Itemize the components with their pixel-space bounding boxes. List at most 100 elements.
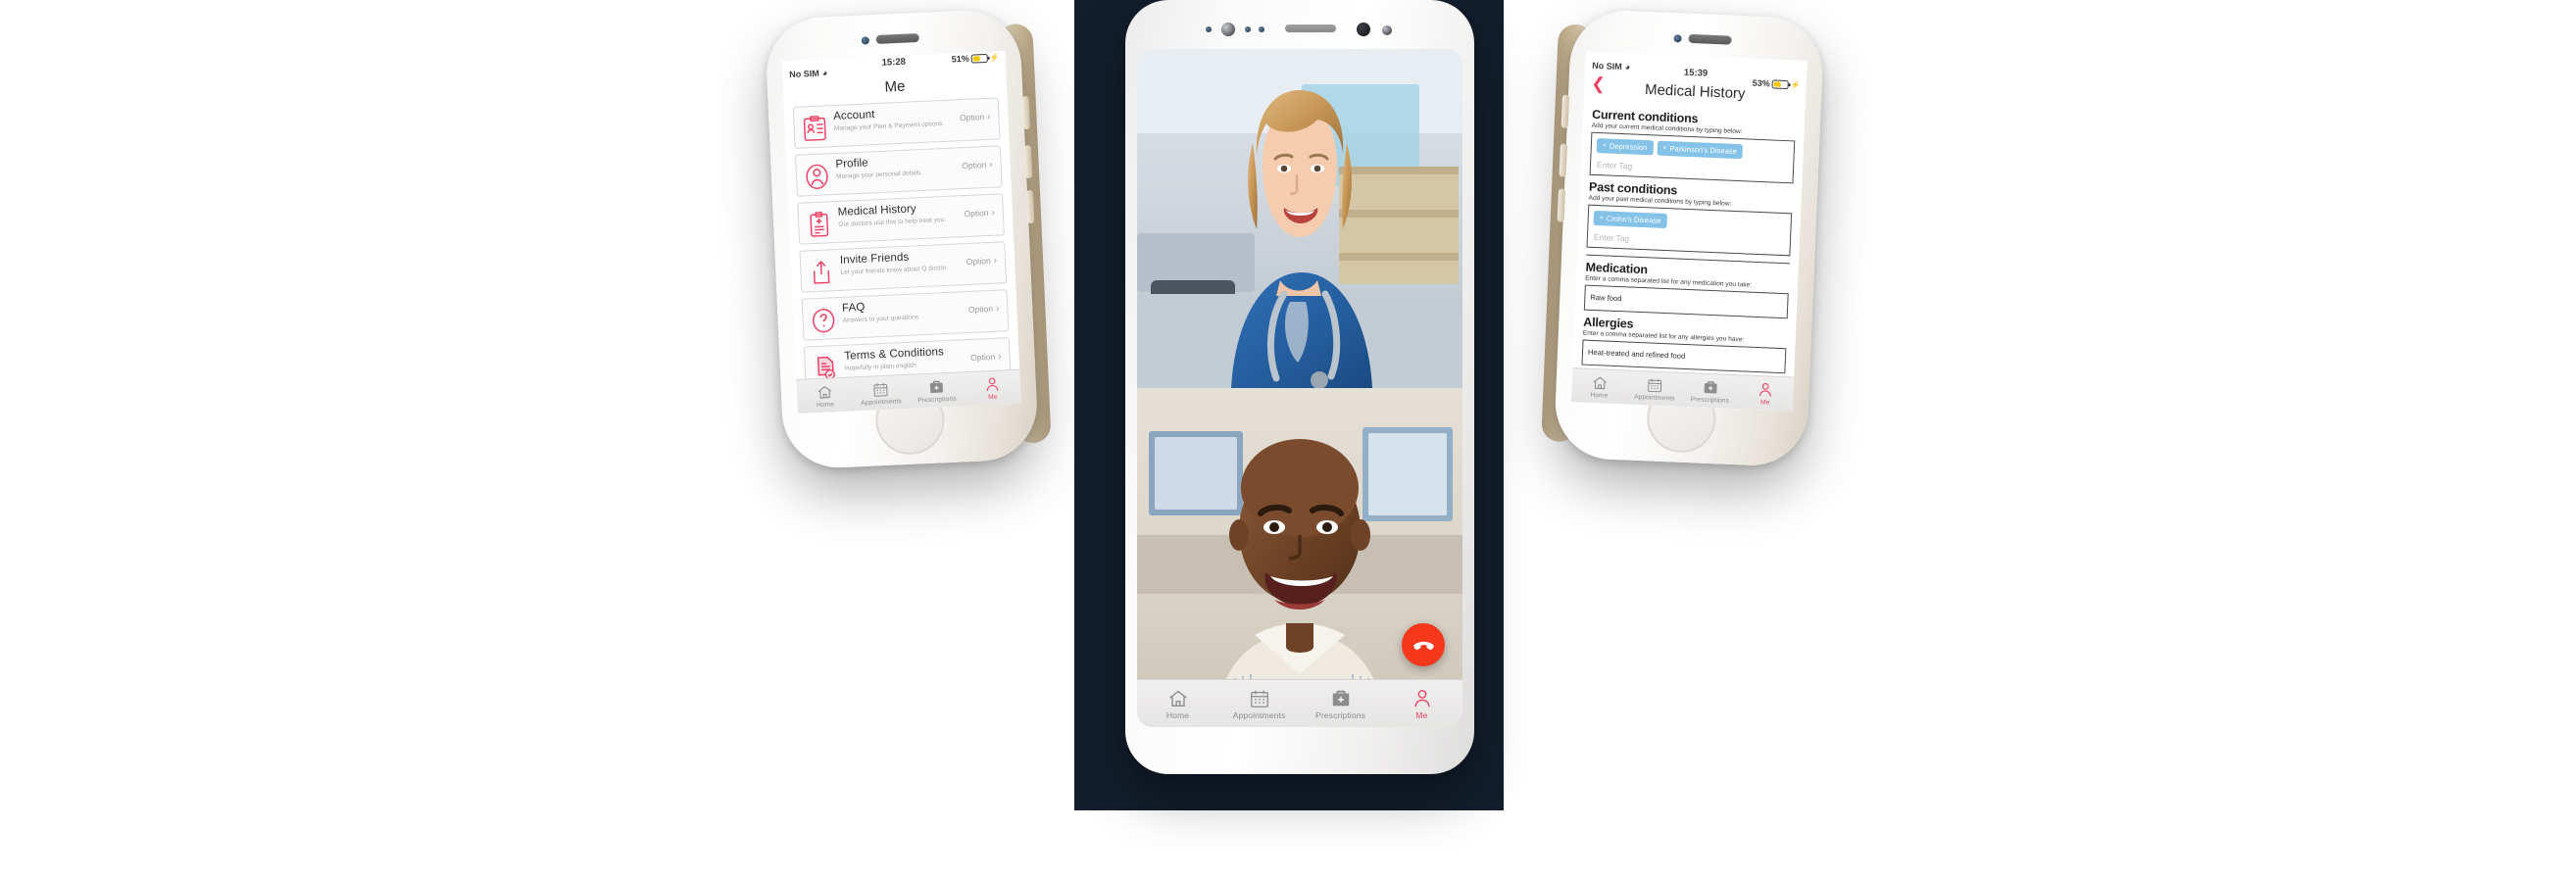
local-video-feed (1137, 388, 1462, 727)
sensor-icon (1259, 26, 1264, 32)
center-phone-device: Home Appointments Prescriptions Me (1125, 0, 1474, 774)
tab-label: Appointments (1232, 709, 1286, 720)
composite-mockup-scene: No SIM ◕ 15:28 51% ⚡ Me Account Manage y… (0, 0, 2576, 878)
tab-label: Home (1165, 709, 1190, 720)
list-item-profile[interactable]: Profile Manage your personal details. Op… (794, 145, 1003, 197)
battery-icon (970, 53, 988, 64)
tag-entry-placeholder[interactable]: Enter Tag (1593, 232, 1785, 250)
tag-chip[interactable]: × Parkinson's Disease (1657, 140, 1744, 160)
share-upload-icon (809, 259, 834, 286)
home-icon (1593, 375, 1607, 389)
briefcase-medical-icon (929, 380, 943, 393)
tab-appointments[interactable]: Appointments (852, 375, 909, 412)
past-conditions-tag-list: × Crohn's Disease (1593, 210, 1785, 233)
side-key[interactable] (1559, 143, 1567, 177)
option-label: Option (967, 303, 994, 315)
tab-appointments[interactable]: Appointments (1218, 680, 1300, 727)
side-key[interactable] (1560, 94, 1570, 128)
list-item-invite-friends[interactable]: Invite Friends Let your friends know abo… (799, 241, 1008, 293)
back-button[interactable]: ❮ (1591, 74, 1606, 94)
account-card-icon (802, 115, 827, 142)
chevron-right-icon: › (986, 111, 991, 122)
tag-label: Crohn's Disease (1606, 214, 1661, 225)
end-call-button[interactable] (1402, 623, 1445, 666)
earpiece-speaker (1688, 33, 1732, 45)
right-phone-device: No SIM ◕ 15:39 53% ⚡ ❮ Medical History C… (1541, 8, 1825, 468)
person-icon (1759, 382, 1771, 397)
iris-scanner-icon (1221, 23, 1235, 36)
calendar-icon (873, 382, 888, 397)
front-camera-icon (1206, 26, 1212, 32)
option-label: Option (959, 112, 985, 123)
tab-label: Prescriptions (1690, 395, 1730, 405)
home-icon (1168, 690, 1187, 707)
list-item-action[interactable]: Option› (968, 304, 1000, 316)
list-item-account[interactable]: Account Manage your Plan & Payment optio… (792, 97, 1001, 149)
option-label: Option (966, 255, 991, 268)
current-conditions-tag-input[interactable]: × Depression × Parkinson's Disease Enter T… (1589, 131, 1796, 184)
tab-home[interactable]: Home (1137, 680, 1218, 727)
briefcase-medical-icon (1704, 380, 1717, 393)
side-key[interactable] (1021, 95, 1031, 130)
list-item-action[interactable]: Option› (970, 352, 1002, 364)
tag-label: Parkinson's Disease (1669, 144, 1738, 156)
tab-home[interactable]: Home (796, 377, 853, 414)
tab-prescriptions[interactable]: Prescriptions (908, 372, 965, 409)
tab-me[interactable]: Me (1737, 375, 1794, 411)
tab-bar: Home Appointments Prescriptions Me (1137, 679, 1462, 727)
remove-tag-icon[interactable]: × (1600, 215, 1604, 221)
tag-chip[interactable]: × Crohn's Disease (1593, 210, 1667, 229)
calendar-icon (1250, 690, 1268, 707)
question-circle-icon (811, 307, 836, 334)
medication-field[interactable]: Raw food (1583, 284, 1789, 319)
sensor-icon (1245, 26, 1251, 32)
chevron-right-icon: › (991, 207, 996, 219)
side-key[interactable] (1025, 189, 1035, 224)
status-right: 53% ⚡ (1752, 78, 1800, 90)
tab-label: Me (1759, 398, 1770, 407)
home-icon (817, 385, 832, 399)
tag-entry-placeholder[interactable]: Enter Tag (1596, 160, 1788, 177)
tag-label: Depression (1609, 141, 1648, 153)
bolt-icon: ⚡ (1790, 79, 1801, 90)
tab-prescriptions[interactable]: Prescriptions (1682, 373, 1739, 409)
remove-tag-icon[interactable]: × (1662, 145, 1666, 152)
chevron-right-icon: › (997, 351, 1002, 363)
settings-list: Account Manage your Plan & Payment optio… (784, 97, 1021, 414)
tab-label: Appointments (1634, 393, 1675, 403)
list-item-faq[interactable]: FAQ Answers to your questions. Option › (801, 289, 1010, 341)
calendar-icon (1648, 378, 1662, 392)
medical-history-form: Current conditions Add your current medi… (1571, 107, 1805, 412)
list-item-action[interactable]: Option› (966, 256, 997, 268)
list-item-action[interactable]: Option› (964, 208, 995, 220)
tab-label: Me (988, 393, 998, 401)
front-camera-icon (1357, 23, 1370, 36)
list-item-action[interactable]: Option› (960, 112, 991, 123)
chevron-right-icon: › (993, 255, 998, 267)
list-item-action[interactable]: Option› (962, 160, 993, 171)
list-item-medical-history[interactable]: Medical History Our doctors use this to … (797, 193, 1005, 245)
side-key[interactable] (1557, 188, 1565, 222)
tab-appointments[interactable]: Appointments (1626, 371, 1683, 407)
left-phone-screen: No SIM ◕ 15:28 51% ⚡ Me Account Manage y… (781, 51, 1021, 414)
tag-chip[interactable]: × Depression (1596, 137, 1654, 156)
tab-me[interactable]: Me (1381, 680, 1462, 727)
battery-percent-label: 51% (951, 53, 969, 65)
remove-tag-icon[interactable]: × (1603, 142, 1607, 149)
tab-label: Home (1590, 391, 1609, 400)
bolt-icon: ⚡ (989, 52, 1000, 63)
tab-label: Me (1415, 709, 1428, 720)
tab-label: Prescriptions (1315, 709, 1365, 720)
side-key[interactable] (1023, 144, 1033, 179)
tab-prescriptions[interactable]: Prescriptions (1300, 680, 1381, 727)
tab-me[interactable]: Me (964, 370, 1020, 407)
option-label: Option (969, 351, 996, 363)
tab-home[interactable]: Home (1571, 368, 1628, 404)
past-conditions-tag-input[interactable]: × Crohn's Disease Enter Tag (1586, 204, 1793, 257)
current-conditions-tag-list: × Depression × Parkinson's Disease (1596, 137, 1789, 161)
right-phone-screen: No SIM ◕ 15:39 53% ⚡ ❮ Medical History C… (1570, 51, 1808, 412)
option-label: Option (962, 160, 987, 171)
sensor-icon (1382, 25, 1392, 35)
person-icon (1413, 689, 1430, 707)
profile-person-icon (804, 163, 829, 190)
